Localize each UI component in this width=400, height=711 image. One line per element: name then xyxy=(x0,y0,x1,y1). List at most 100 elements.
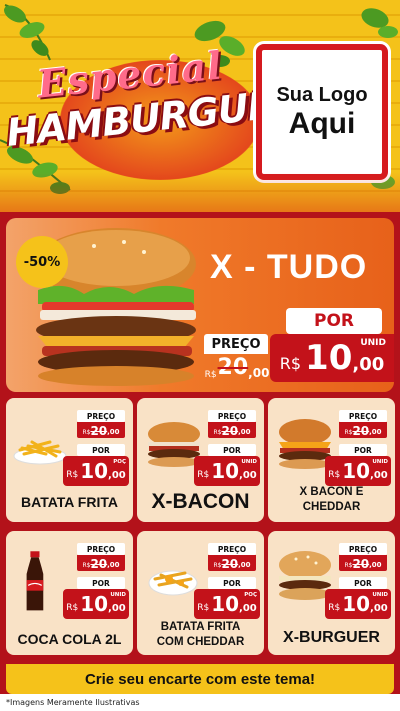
hero-product-card[interactable]: -50% X - TUDO POR PREÇO R$ 20 ,00 UNID R… xyxy=(6,218,394,392)
old-cents: ,00 xyxy=(107,561,120,569)
old-price: R$ 20 ,00 xyxy=(339,555,387,571)
por-label: POR xyxy=(208,577,256,589)
product-name: X BACON E CHEDDAR xyxy=(268,485,395,514)
new-currency: R$ xyxy=(66,603,79,613)
old-price: R$ 20 ,00 xyxy=(77,555,125,571)
unit-label: UNID xyxy=(241,459,257,465)
old-currency: R$ xyxy=(344,562,353,569)
new-value: 10 xyxy=(342,592,371,616)
new-cents: ,00 xyxy=(370,602,388,614)
old-cents: ,00 xyxy=(369,561,382,569)
product-card-x-burguer[interactable]: PREÇO R$ 20 ,00 POR UNID R$ 10 ,00 X-BUR… xyxy=(268,531,395,655)
hero-new-currency: R$ xyxy=(279,353,302,373)
new-value: 10 xyxy=(80,459,109,483)
hero-old-cents: ,00 xyxy=(248,366,270,380)
old-value: 20 xyxy=(352,424,370,438)
new-currency: R$ xyxy=(328,470,341,480)
new-currency: R$ xyxy=(197,470,210,480)
hero-new-value: 10 xyxy=(305,338,353,378)
hero-new-cents: ,00 xyxy=(352,353,385,375)
unit-label: UNID xyxy=(372,592,388,598)
new-price: UNID R$ 10 ,00 xyxy=(194,456,260,486)
product-name: BATATA FRITA COM CHEDDAR xyxy=(137,620,264,649)
unit-label: UNID xyxy=(372,459,388,465)
new-cents: ,00 xyxy=(239,602,257,614)
disclaimer-text: *Imagens Meramente Ilustrativas xyxy=(0,694,400,711)
soda-bottle-icon xyxy=(26,551,44,611)
new-cents: ,00 xyxy=(108,469,126,481)
old-cents: ,00 xyxy=(369,428,382,436)
new-value: 10 xyxy=(342,459,371,483)
hero-product-name: X - TUDO xyxy=(210,248,368,286)
old-value: 20 xyxy=(221,557,239,571)
por-label: POR xyxy=(339,577,387,589)
new-price: UNID R$ 10 ,00 xyxy=(325,456,391,486)
preco-label: PREÇO xyxy=(208,410,256,422)
product-card-coca-cola[interactable]: PREÇO R$ 20 ,00 POR UNID R$ 10 ,00 COCA … xyxy=(6,531,133,655)
parsley-leaf-icon xyxy=(361,8,398,38)
old-value: 20 xyxy=(90,424,108,438)
old-value: 20 xyxy=(352,557,370,571)
new-price: POÇ R$ 10 ,00 xyxy=(63,456,129,486)
old-price: R$ 20 ,00 xyxy=(77,422,125,438)
old-currency: R$ xyxy=(344,429,353,436)
old-cents: ,00 xyxy=(238,561,251,569)
new-value: 10 xyxy=(211,459,240,483)
hero-new-price: UNID R$ 10 ,00 xyxy=(270,334,394,382)
discount-badge: -50% xyxy=(16,236,68,288)
old-currency: R$ xyxy=(213,429,222,436)
preco-label: PREÇO xyxy=(208,543,256,555)
new-cents: ,00 xyxy=(108,602,126,614)
hero-old-price: R$ 20 ,00 xyxy=(202,354,272,380)
unit-label: POÇ xyxy=(244,592,257,598)
product-name-line1: X BACON E xyxy=(299,486,364,499)
product-name: BATATA FRITA xyxy=(21,494,118,510)
product-name-line1: BATATA FRITA xyxy=(160,621,241,634)
product-card-batata-cheddar[interactable]: PREÇO R$ 20 ,00 POR POÇ R$ 10 ,00 BATATA… xyxy=(137,531,264,655)
old-currency: R$ xyxy=(213,562,222,569)
product-name: COCA COLA 2L xyxy=(17,631,122,647)
old-value: 20 xyxy=(90,557,108,571)
old-cents: ,00 xyxy=(107,428,120,436)
new-value: 10 xyxy=(211,592,240,616)
old-cents: ,00 xyxy=(238,428,251,436)
hero-old-value: 20 xyxy=(217,355,249,380)
new-currency: R$ xyxy=(328,603,341,613)
new-cents: ,00 xyxy=(239,469,257,481)
preco-label: PREÇO xyxy=(77,410,125,422)
preco-label: PREÇO xyxy=(77,543,125,555)
new-cents: ,00 xyxy=(370,469,388,481)
product-card-x-bacon-cheddar[interactable]: PREÇO R$ 20 ,00 POR UNID R$ 10 ,00 X BAC… xyxy=(268,398,395,522)
product-name-line2: COM CHEDDAR xyxy=(156,635,245,648)
product-card-x-bacon[interactable]: PREÇO R$ 20 ,00 POR UNID R$ 10 ,00 X-BAC… xyxy=(137,398,264,522)
por-label: POR xyxy=(208,444,256,456)
new-currency: R$ xyxy=(66,470,79,480)
logo-line2: Aqui xyxy=(288,107,356,140)
por-label: POR xyxy=(339,444,387,456)
logo-placeholder[interactable]: Sua Logo Aqui xyxy=(256,44,388,180)
hero-por-label: POR xyxy=(286,308,382,334)
product-name: X-BURGUER xyxy=(283,629,380,646)
new-price: UNID R$ 10 ,00 xyxy=(63,589,129,619)
old-currency: R$ xyxy=(82,429,91,436)
hero-preco-label: PREÇO xyxy=(204,334,268,354)
old-value: 20 xyxy=(221,424,239,438)
por-label: POR xyxy=(77,577,125,589)
product-name-line2: CHEDDAR xyxy=(302,500,361,513)
cta-banner[interactable]: Crie seu encarte com este tema! xyxy=(6,664,394,694)
old-price: R$ 20 ,00 xyxy=(208,555,256,571)
new-currency: R$ xyxy=(197,603,210,613)
preco-label: PREÇO xyxy=(339,543,387,555)
new-price: UNID R$ 10 ,00 xyxy=(325,589,391,619)
por-label: POR xyxy=(77,444,125,456)
hero-unit-label: UNID xyxy=(360,338,386,348)
hero-old-currency: R$ xyxy=(204,370,217,380)
preco-label: PREÇO xyxy=(339,410,387,422)
new-value: 10 xyxy=(80,592,109,616)
unit-label: UNID xyxy=(110,592,126,598)
new-price: POÇ R$ 10 ,00 xyxy=(194,589,260,619)
product-name: X-BACON xyxy=(151,490,250,513)
old-price: R$ 20 ,00 xyxy=(208,422,256,438)
logo-line1: Sua Logo xyxy=(276,84,368,106)
product-card-batata-frita[interactable]: PREÇO R$ 20 ,00 POR POÇ R$ 10 ,00 BATATA… xyxy=(6,398,133,522)
